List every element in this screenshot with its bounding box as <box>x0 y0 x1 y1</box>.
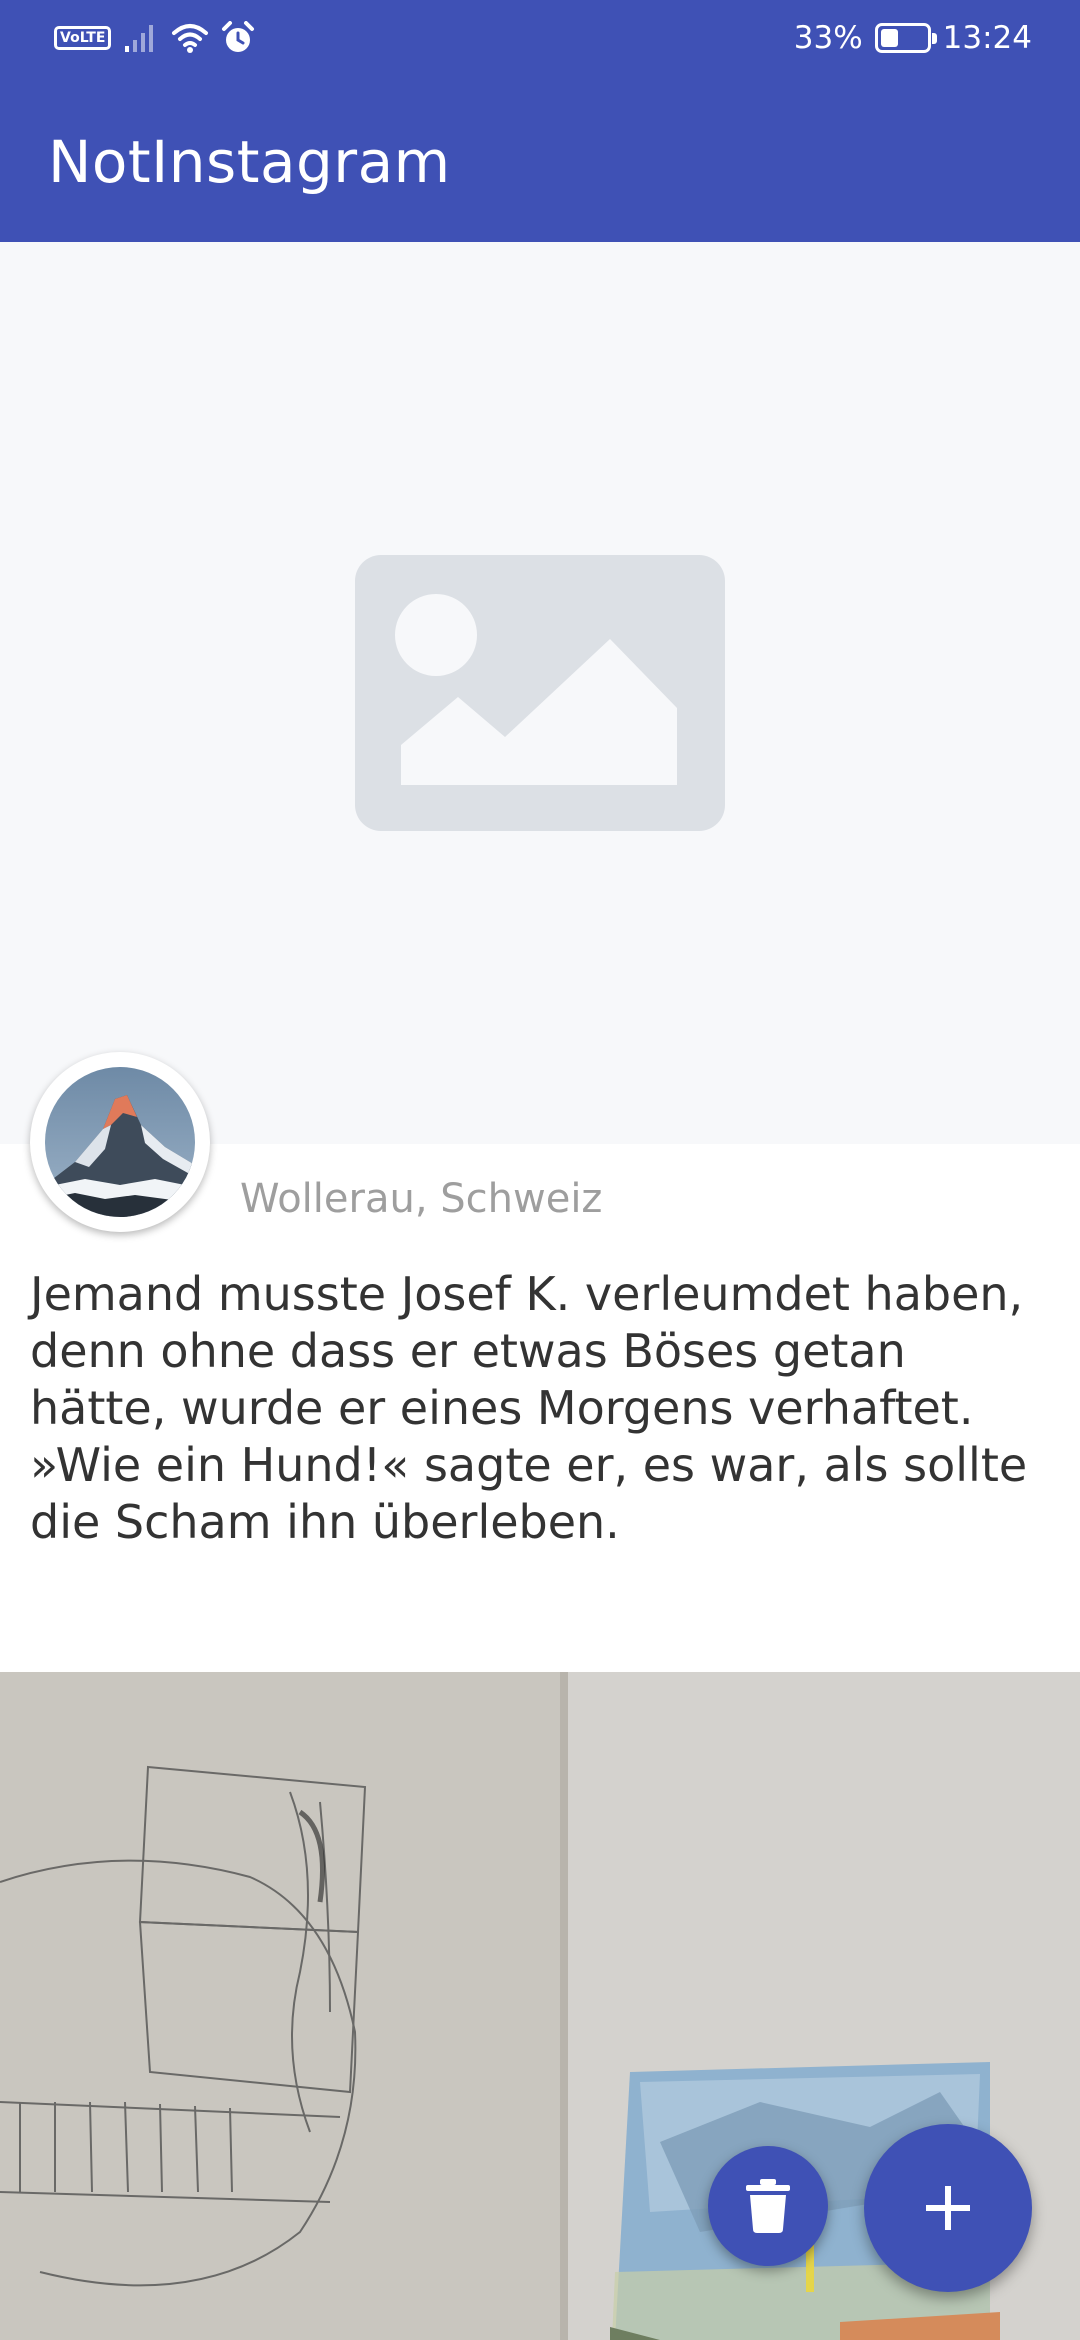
post-location: Wollerau, Schweiz <box>240 1176 603 1222</box>
trash-icon <box>746 2179 790 2233</box>
status-left: VoLTE <box>54 18 255 58</box>
top-bar: VoLTE 33% 13:24 NotInstagram <box>0 0 1080 242</box>
battery-percent: 33% <box>793 20 863 56</box>
status-right: 33% 13:24 <box>794 16 1032 60</box>
plus-icon <box>926 2186 970 2230</box>
signal-icon <box>125 25 154 52</box>
add-post-button[interactable] <box>864 2124 1032 2292</box>
status-bar: VoLTE 33% 13:24 <box>0 0 1080 76</box>
clock: 13:24 <box>942 20 1032 56</box>
delete-button[interactable] <box>708 2146 828 2266</box>
wifi-icon <box>172 24 209 53</box>
post-caption: Jemand musste Josef K. verleumdet haben,… <box>30 1267 1028 1549</box>
app-title: NotInstagram <box>48 128 451 196</box>
volte-icon: VoLTE <box>54 26 112 50</box>
image-placeholder-icon <box>355 555 725 831</box>
alarm-icon <box>222 21 255 52</box>
avatar[interactable] <box>30 1052 210 1232</box>
mountain-avatar <box>45 1067 195 1217</box>
battery-icon <box>874 23 937 53</box>
